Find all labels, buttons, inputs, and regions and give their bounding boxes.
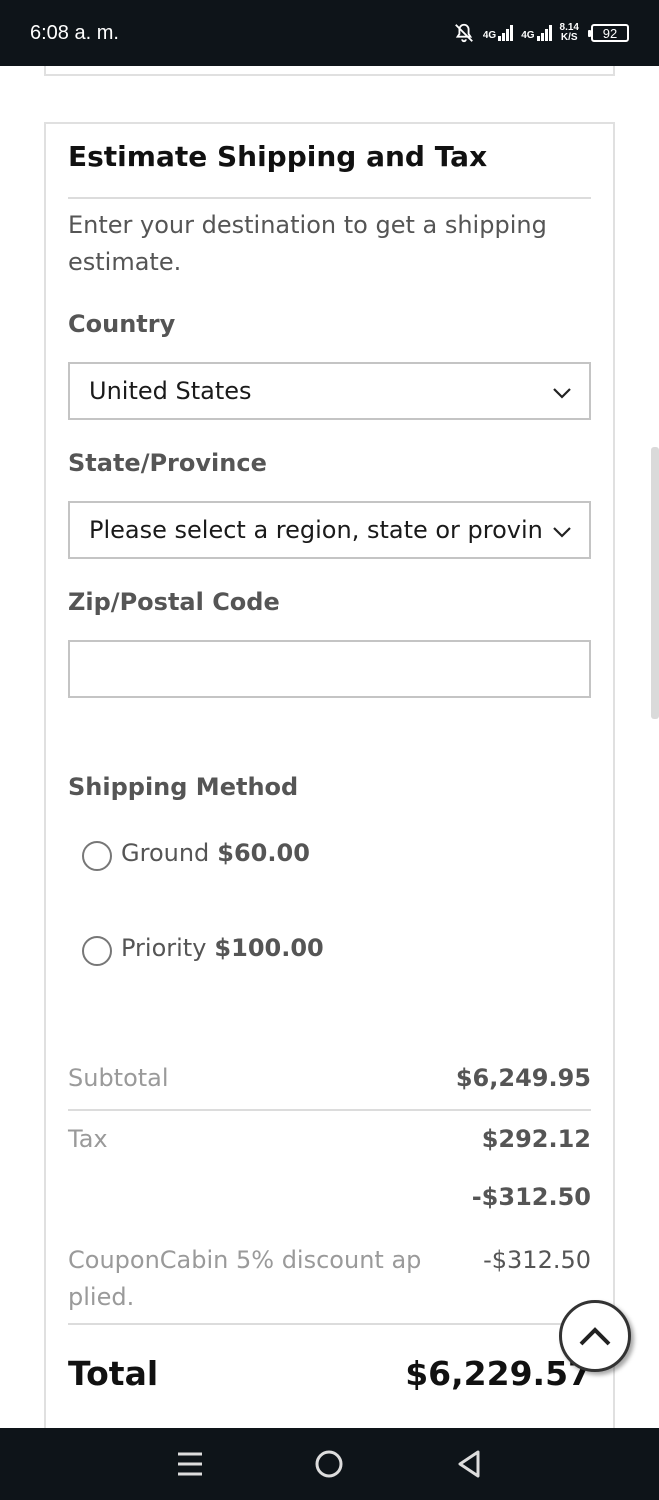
state-select[interactable]: Please select a region, state or provinc… [68,501,591,559]
subtotal-value: $6,249.95 [455,1064,591,1092]
discount-row: -$312.50 [68,1183,591,1211]
coupon-row: CouponCabin 5% discount ap plied. -$312.… [68,1242,591,1316]
total-row: Total $6,229.57 [68,1354,591,1393]
estimate-shipping-card: Estimate Shipping and Tax Enter your des… [44,122,615,1428]
shipping-method-label: Shipping Method [68,773,299,801]
total-label: Total [68,1354,159,1393]
shipping-option-name: Priority [121,934,207,962]
home-button[interactable] [309,1444,349,1484]
estimate-title: Estimate Shipping and Tax [68,124,591,199]
tax-value: $292.12 [481,1125,591,1153]
signal-1-icon: 4G [483,25,514,41]
radio-button[interactable] [82,936,112,966]
signal-2-icon: 4G [521,25,552,41]
divider [68,1109,591,1111]
subtotal-label: Subtotal [68,1064,169,1092]
menu-icon [177,1452,202,1476]
radio-button[interactable] [82,841,112,871]
chevron-down-icon [553,388,571,399]
zip-input[interactable] [68,640,591,698]
tax-label: Tax [68,1125,108,1153]
back-button[interactable] [449,1444,489,1484]
chevron-up-icon [579,1327,611,1346]
battery-icon: 92 [588,24,629,42]
shipping-option-ground[interactable]: Ground $60.00 [82,835,310,871]
zip-label: Zip/Postal Code [68,588,280,616]
home-circle-icon [315,1450,343,1478]
shipping-option-priority[interactable]: Priority $100.00 [82,930,324,966]
network-speed: 8.14 K/S [559,22,579,43]
state-select-value: Please select a region, state or provinc… [89,516,544,544]
back-triangle-icon [458,1450,480,1478]
total-value: $6,229.57 [405,1354,591,1393]
subtotal-row: Subtotal $6,249.95 [68,1064,591,1092]
previous-card-edge [44,66,615,76]
shipping-option-name: Ground [121,839,210,867]
system-nav-bar [0,1428,659,1500]
country-label: Country [68,310,176,338]
divider [68,1323,591,1325]
discount-value: -$312.50 [471,1183,591,1211]
estimate-intro: Enter your destination to get a shipping… [68,211,547,276]
shipping-option-price: $60.00 [217,839,310,867]
chevron-down-icon [553,527,571,538]
status-bar: 6:08 a. m. 4G 4G 8.14 K/S 92 [0,0,659,66]
country-select-value: United States [89,377,252,405]
notifications-muted-icon [454,23,473,43]
scrollbar[interactable] [651,447,659,719]
coupon-label: CouponCabin 5% discount ap plied. [68,1246,422,1311]
status-time: 6:08 a. m. [30,21,119,44]
back-to-top-button[interactable] [559,1300,631,1372]
status-icons: 4G 4G 8.14 K/S 92 [453,22,629,44]
shipping-option-price: $100.00 [214,934,324,962]
tax-row: Tax $292.12 [68,1125,591,1153]
state-label: State/Province [68,449,267,477]
country-select[interactable]: United States [68,362,591,420]
recent-apps-button[interactable] [170,1444,210,1484]
page-content: Estimate Shipping and Tax Enter your des… [0,66,659,1428]
